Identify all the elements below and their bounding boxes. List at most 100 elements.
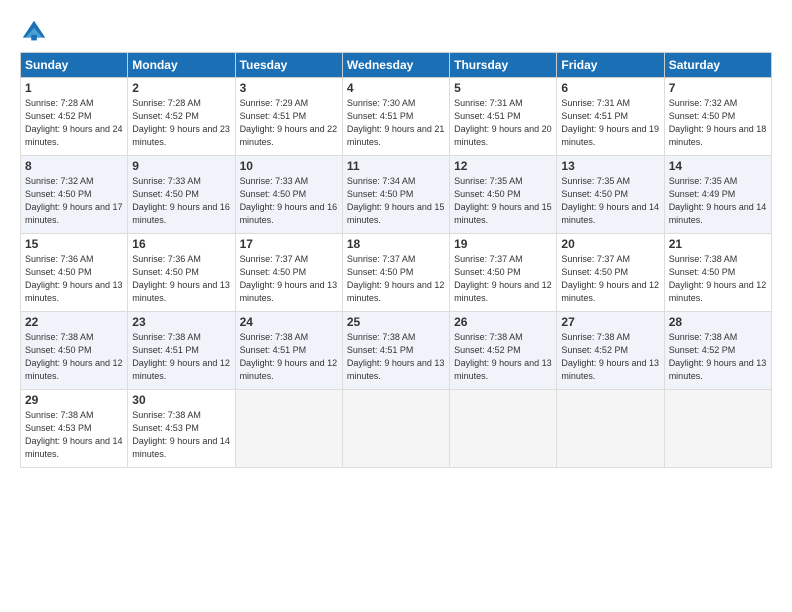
day-number: 24 xyxy=(240,315,338,329)
day-number: 1 xyxy=(25,81,123,95)
day-info: Sunrise: 7:33 AMSunset: 4:50 PMDaylight:… xyxy=(240,176,338,225)
day-info: Sunrise: 7:30 AMSunset: 4:51 PMDaylight:… xyxy=(347,98,445,147)
calendar-week-row: 8 Sunrise: 7:32 AMSunset: 4:50 PMDayligh… xyxy=(21,156,772,234)
day-number: 8 xyxy=(25,159,123,173)
calendar-cell: 13 Sunrise: 7:35 AMSunset: 4:50 PMDaylig… xyxy=(557,156,664,234)
day-number: 6 xyxy=(561,81,659,95)
day-info: Sunrise: 7:35 AMSunset: 4:50 PMDaylight:… xyxy=(561,176,659,225)
day-number: 19 xyxy=(454,237,552,251)
day-info: Sunrise: 7:38 AMSunset: 4:50 PMDaylight:… xyxy=(669,254,767,303)
day-info: Sunrise: 7:32 AMSunset: 4:50 PMDaylight:… xyxy=(25,176,123,225)
day-number: 9 xyxy=(132,159,230,173)
calendar-cell: 19 Sunrise: 7:37 AMSunset: 4:50 PMDaylig… xyxy=(450,234,557,312)
calendar-cell: 10 Sunrise: 7:33 AMSunset: 4:50 PMDaylig… xyxy=(235,156,342,234)
day-info: Sunrise: 7:34 AMSunset: 4:50 PMDaylight:… xyxy=(347,176,445,225)
calendar-cell xyxy=(557,390,664,468)
calendar-header-row: SundayMondayTuesdayWednesdayThursdayFrid… xyxy=(21,53,772,78)
calendar-week-row: 15 Sunrise: 7:36 AMSunset: 4:50 PMDaylig… xyxy=(21,234,772,312)
day-number: 13 xyxy=(561,159,659,173)
col-header-sunday: Sunday xyxy=(21,53,128,78)
calendar-cell: 4 Sunrise: 7:30 AMSunset: 4:51 PMDayligh… xyxy=(342,78,449,156)
day-info: Sunrise: 7:35 AMSunset: 4:50 PMDaylight:… xyxy=(454,176,552,225)
col-header-wednesday: Wednesday xyxy=(342,53,449,78)
day-number: 22 xyxy=(25,315,123,329)
day-info: Sunrise: 7:38 AMSunset: 4:50 PMDaylight:… xyxy=(25,332,123,381)
day-info: Sunrise: 7:38 AMSunset: 4:51 PMDaylight:… xyxy=(132,332,230,381)
calendar-cell: 23 Sunrise: 7:38 AMSunset: 4:51 PMDaylig… xyxy=(128,312,235,390)
calendar-cell: 29 Sunrise: 7:38 AMSunset: 4:53 PMDaylig… xyxy=(21,390,128,468)
calendar-cell: 25 Sunrise: 7:38 AMSunset: 4:51 PMDaylig… xyxy=(342,312,449,390)
calendar-cell: 14 Sunrise: 7:35 AMSunset: 4:49 PMDaylig… xyxy=(664,156,771,234)
col-header-friday: Friday xyxy=(557,53,664,78)
col-header-monday: Monday xyxy=(128,53,235,78)
day-number: 29 xyxy=(25,393,123,407)
calendar-cell: 28 Sunrise: 7:38 AMSunset: 4:52 PMDaylig… xyxy=(664,312,771,390)
day-number: 11 xyxy=(347,159,445,173)
day-info: Sunrise: 7:38 AMSunset: 4:52 PMDaylight:… xyxy=(561,332,659,381)
day-number: 28 xyxy=(669,315,767,329)
day-info: Sunrise: 7:38 AMSunset: 4:52 PMDaylight:… xyxy=(454,332,552,381)
calendar-cell: 22 Sunrise: 7:38 AMSunset: 4:50 PMDaylig… xyxy=(21,312,128,390)
calendar-cell xyxy=(235,390,342,468)
calendar-cell: 27 Sunrise: 7:38 AMSunset: 4:52 PMDaylig… xyxy=(557,312,664,390)
day-number: 25 xyxy=(347,315,445,329)
calendar-cell: 3 Sunrise: 7:29 AMSunset: 4:51 PMDayligh… xyxy=(235,78,342,156)
col-header-tuesday: Tuesday xyxy=(235,53,342,78)
calendar-cell: 30 Sunrise: 7:38 AMSunset: 4:53 PMDaylig… xyxy=(128,390,235,468)
day-number: 10 xyxy=(240,159,338,173)
calendar-cell: 26 Sunrise: 7:38 AMSunset: 4:52 PMDaylig… xyxy=(450,312,557,390)
day-info: Sunrise: 7:38 AMSunset: 4:52 PMDaylight:… xyxy=(669,332,767,381)
calendar-cell: 20 Sunrise: 7:37 AMSunset: 4:50 PMDaylig… xyxy=(557,234,664,312)
header xyxy=(20,18,772,46)
day-info: Sunrise: 7:28 AMSunset: 4:52 PMDaylight:… xyxy=(25,98,123,147)
calendar-cell: 1 Sunrise: 7:28 AMSunset: 4:52 PMDayligh… xyxy=(21,78,128,156)
logo-icon xyxy=(20,18,48,46)
day-info: Sunrise: 7:28 AMSunset: 4:52 PMDaylight:… xyxy=(132,98,230,147)
day-number: 4 xyxy=(347,81,445,95)
calendar: SundayMondayTuesdayWednesdayThursdayFrid… xyxy=(20,52,772,468)
day-info: Sunrise: 7:33 AMSunset: 4:50 PMDaylight:… xyxy=(132,176,230,225)
day-number: 23 xyxy=(132,315,230,329)
logo xyxy=(20,18,50,46)
calendar-cell: 6 Sunrise: 7:31 AMSunset: 4:51 PMDayligh… xyxy=(557,78,664,156)
day-info: Sunrise: 7:38 AMSunset: 4:51 PMDaylight:… xyxy=(347,332,445,381)
day-info: Sunrise: 7:35 AMSunset: 4:49 PMDaylight:… xyxy=(669,176,767,225)
calendar-cell xyxy=(342,390,449,468)
day-info: Sunrise: 7:32 AMSunset: 4:50 PMDaylight:… xyxy=(669,98,767,147)
day-info: Sunrise: 7:37 AMSunset: 4:50 PMDaylight:… xyxy=(347,254,445,303)
calendar-cell xyxy=(664,390,771,468)
day-number: 20 xyxy=(561,237,659,251)
day-number: 26 xyxy=(454,315,552,329)
day-number: 15 xyxy=(25,237,123,251)
day-number: 3 xyxy=(240,81,338,95)
calendar-cell: 21 Sunrise: 7:38 AMSunset: 4:50 PMDaylig… xyxy=(664,234,771,312)
page: SundayMondayTuesdayWednesdayThursdayFrid… xyxy=(0,0,792,612)
day-info: Sunrise: 7:38 AMSunset: 4:53 PMDaylight:… xyxy=(25,410,123,459)
calendar-cell: 5 Sunrise: 7:31 AMSunset: 4:51 PMDayligh… xyxy=(450,78,557,156)
day-info: Sunrise: 7:36 AMSunset: 4:50 PMDaylight:… xyxy=(25,254,123,303)
calendar-cell: 24 Sunrise: 7:38 AMSunset: 4:51 PMDaylig… xyxy=(235,312,342,390)
col-header-thursday: Thursday xyxy=(450,53,557,78)
day-number: 27 xyxy=(561,315,659,329)
day-number: 7 xyxy=(669,81,767,95)
day-info: Sunrise: 7:29 AMSunset: 4:51 PMDaylight:… xyxy=(240,98,338,147)
day-number: 21 xyxy=(669,237,767,251)
day-number: 2 xyxy=(132,81,230,95)
day-info: Sunrise: 7:38 AMSunset: 4:53 PMDaylight:… xyxy=(132,410,230,459)
calendar-week-row: 22 Sunrise: 7:38 AMSunset: 4:50 PMDaylig… xyxy=(21,312,772,390)
day-number: 17 xyxy=(240,237,338,251)
col-header-saturday: Saturday xyxy=(664,53,771,78)
day-info: Sunrise: 7:37 AMSunset: 4:50 PMDaylight:… xyxy=(454,254,552,303)
day-number: 5 xyxy=(454,81,552,95)
calendar-cell: 15 Sunrise: 7:36 AMSunset: 4:50 PMDaylig… xyxy=(21,234,128,312)
day-info: Sunrise: 7:37 AMSunset: 4:50 PMDaylight:… xyxy=(240,254,338,303)
day-number: 14 xyxy=(669,159,767,173)
calendar-cell: 16 Sunrise: 7:36 AMSunset: 4:50 PMDaylig… xyxy=(128,234,235,312)
calendar-week-row: 29 Sunrise: 7:38 AMSunset: 4:53 PMDaylig… xyxy=(21,390,772,468)
calendar-cell: 8 Sunrise: 7:32 AMSunset: 4:50 PMDayligh… xyxy=(21,156,128,234)
calendar-cell: 18 Sunrise: 7:37 AMSunset: 4:50 PMDaylig… xyxy=(342,234,449,312)
day-number: 12 xyxy=(454,159,552,173)
calendar-cell: 2 Sunrise: 7:28 AMSunset: 4:52 PMDayligh… xyxy=(128,78,235,156)
day-info: Sunrise: 7:31 AMSunset: 4:51 PMDaylight:… xyxy=(561,98,659,147)
calendar-cell: 7 Sunrise: 7:32 AMSunset: 4:50 PMDayligh… xyxy=(664,78,771,156)
